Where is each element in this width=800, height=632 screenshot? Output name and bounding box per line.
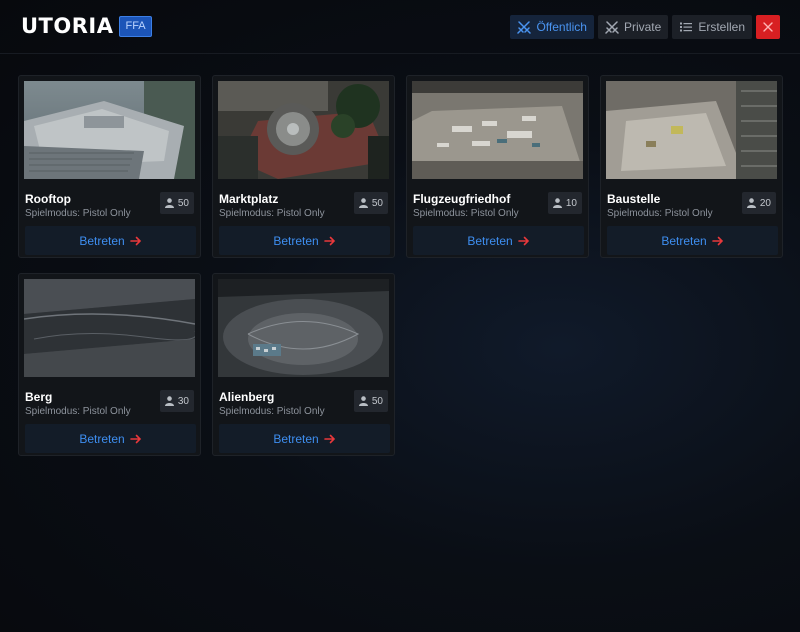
arrow-right-icon	[323, 434, 335, 443]
lobby-name: Flugzeugfriedhof	[413, 192, 511, 206]
player-count-value: 30	[177, 395, 189, 407]
mode-badge: FFA	[119, 15, 152, 37]
user-icon	[358, 198, 368, 208]
swords-icon	[517, 21, 532, 34]
brand: UTORIA FFA	[21, 14, 152, 38]
lobby-card-alienberg: Alienberg Spielmodus: Pistol Only 50 Bet…	[212, 273, 395, 456]
map-thumbnail	[218, 81, 389, 179]
lobby-mode: Spielmodus: Pistol Only	[219, 406, 325, 417]
tab-private[interactable]: Private	[597, 15, 669, 39]
player-count: 20	[741, 192, 776, 214]
join-button[interactable]: Betreten	[607, 226, 778, 255]
join-button[interactable]: Betreten	[25, 226, 196, 255]
player-count-value: 50	[371, 197, 383, 209]
lobby-grid: Rooftop Spielmodus: Pistol Only 50 Betre…	[18, 75, 783, 456]
swords-icon	[605, 21, 619, 34]
arrow-right-icon	[129, 434, 141, 443]
map-thumbnail	[24, 279, 195, 377]
lobby-mode: Spielmodus: Pistol Only	[25, 406, 131, 417]
lobby-mode: Spielmodus: Pistol Only	[25, 208, 131, 219]
join-button-label: Betreten	[467, 233, 513, 248]
player-count: 50	[159, 192, 194, 214]
player-count-value: 10	[565, 197, 577, 209]
user-icon	[552, 198, 562, 208]
tab-create[interactable]: Erstellen	[672, 15, 752, 39]
join-button[interactable]: Betreten	[25, 424, 196, 453]
lobby-name: Rooftop	[25, 192, 71, 206]
lobby-name: Berg	[25, 390, 53, 404]
tab-create-label: Erstellen	[698, 20, 745, 34]
arrow-right-icon	[323, 236, 335, 245]
lobby-card-berg: Berg Spielmodus: Pistol Only 30 Betreten	[18, 273, 201, 456]
join-button-label: Betreten	[79, 431, 125, 446]
join-button[interactable]: Betreten	[219, 226, 390, 255]
list-icon	[680, 22, 693, 32]
tab-private-label: Private	[623, 20, 662, 34]
player-count-value: 50	[371, 395, 383, 407]
join-button-label: Betreten	[79, 233, 125, 248]
lobby-mode: Spielmodus: Pistol Only	[413, 208, 519, 219]
tab-public-label: Öffentlich	[536, 20, 587, 34]
map-thumbnail	[218, 279, 389, 377]
lobby-name: Alienberg	[219, 390, 275, 404]
user-icon	[358, 396, 368, 406]
join-button-label: Betreten	[273, 233, 319, 248]
lobby-card-rooftop: Rooftop Spielmodus: Pistol Only 50 Betre…	[18, 75, 201, 258]
join-button[interactable]: Betreten	[219, 424, 390, 453]
join-button[interactable]: Betreten	[413, 226, 584, 255]
map-thumbnail	[412, 81, 583, 179]
close-button[interactable]	[756, 15, 780, 39]
lobby-mode: Spielmodus: Pistol Only	[219, 208, 325, 219]
map-thumbnail	[24, 81, 195, 179]
lobby-mode: Spielmodus: Pistol Only	[607, 208, 713, 219]
close-icon	[763, 22, 773, 32]
lobby-name: Marktplatz	[219, 192, 279, 206]
lobby-card-baustelle: Baustelle Spielmodus: Pistol Only 20 Bet…	[600, 75, 783, 258]
player-count: 10	[547, 192, 582, 214]
tab-public[interactable]: Öffentlich	[510, 15, 594, 39]
join-button-label: Betreten	[661, 233, 707, 248]
user-icon	[164, 396, 174, 406]
app-title: UTORIA	[21, 14, 114, 38]
player-count: 50	[353, 390, 388, 412]
player-count: 50	[353, 192, 388, 214]
player-count-value: 50	[177, 197, 189, 209]
map-thumbnail	[606, 81, 777, 179]
header: UTORIA FFA Öffentlich Private Erstellen	[0, 0, 800, 54]
user-icon	[746, 198, 756, 208]
lobby-card-flugzeugfriedhof: Flugzeugfriedhof Spielmodus: Pistol Only…	[406, 75, 589, 258]
arrow-right-icon	[129, 236, 141, 245]
lobby-card-marktplatz: Marktplatz Spielmodus: Pistol Only 50 Be…	[212, 75, 395, 258]
lobby-name: Baustelle	[607, 192, 661, 206]
nav-tabs: Öffentlich Private Erstellen	[510, 15, 780, 39]
arrow-right-icon	[517, 236, 529, 245]
player-count: 30	[159, 390, 194, 412]
join-button-label: Betreten	[273, 431, 319, 446]
arrow-right-icon	[711, 236, 723, 245]
user-icon	[164, 198, 174, 208]
player-count-value: 20	[759, 197, 771, 209]
